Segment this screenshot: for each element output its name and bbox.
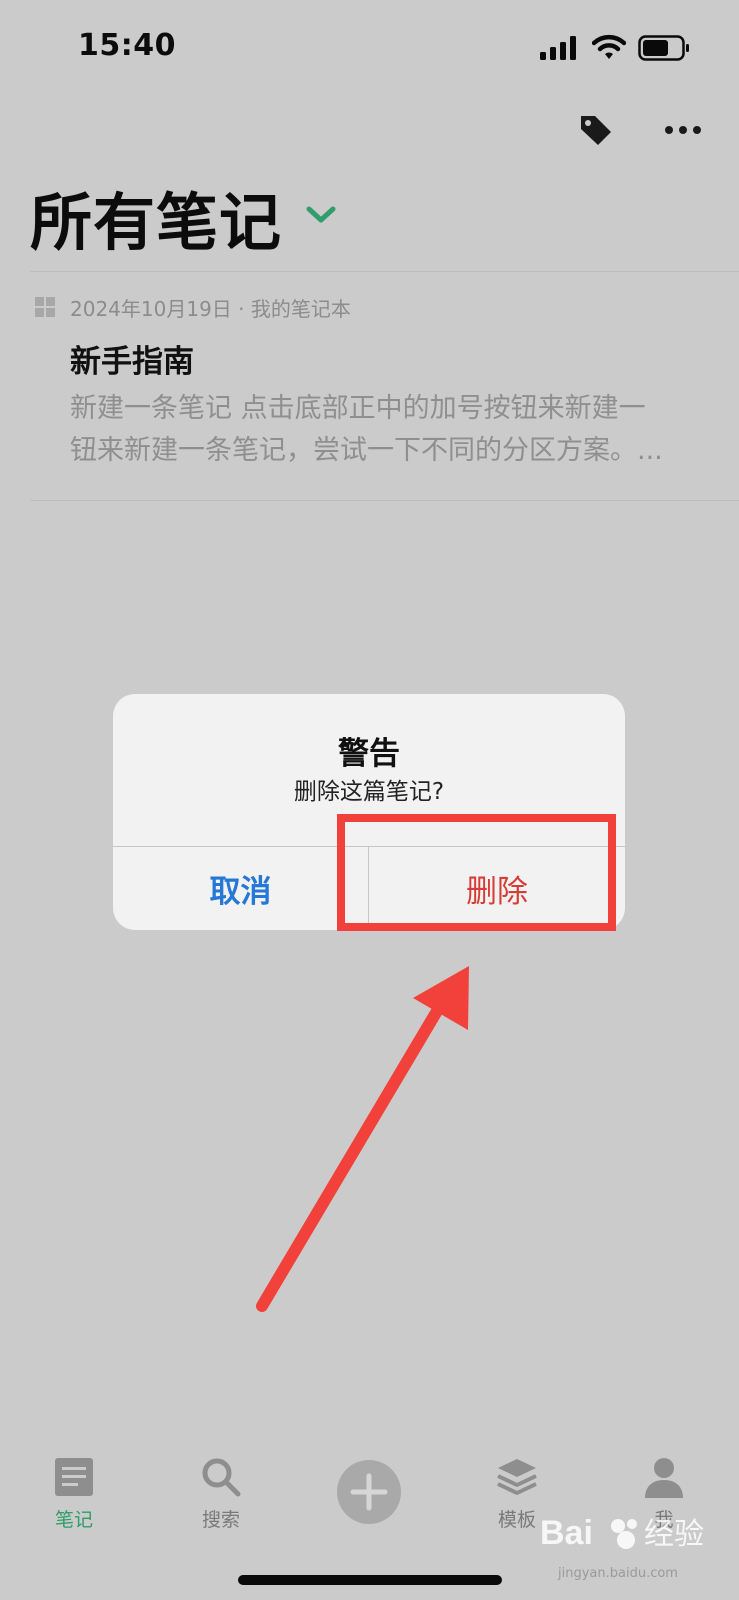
page-title[interactable]: 所有笔记 <box>30 172 282 262</box>
note-meta: 2024年10月19日 · 我的笔记本 <box>70 297 351 321</box>
note-snippet: 新建一条笔记 点击底部正中的加号按钮来新建一 钮来新建一条笔记，尝试一下不同的分… <box>70 388 700 472</box>
watermark-url: jingyan.baidu.com <box>558 1566 678 1581</box>
tab-notes[interactable]: 笔记 <box>24 1455 124 1532</box>
baidu-jingyan-watermark-logo: Bai 经验 <box>540 1514 704 1552</box>
note-title: 新手指南 <box>70 344 194 380</box>
tab-label: 笔记 <box>54 1509 93 1531</box>
home-indicator[interactable] <box>238 1575 502 1585</box>
note-snippet-line: 钮来新建一条笔记，尝试一下不同的分区方案。... <box>70 435 663 466</box>
tab-search[interactable]: 搜索 <box>171 1455 271 1532</box>
notes-icon <box>55 1458 93 1496</box>
wifi-icon <box>592 34 626 59</box>
layers-icon <box>497 1459 537 1495</box>
cancel-button[interactable]: 取消 <box>113 846 368 930</box>
status-time: 15:40 <box>78 28 176 63</box>
plus-icon <box>350 1473 388 1511</box>
tag-icon[interactable] <box>578 112 614 148</box>
more-options-icon[interactable] <box>664 124 702 136</box>
notebook-grid-icon <box>35 297 55 317</box>
list-divider <box>30 500 739 501</box>
dialog-message: 删除这篇笔记? <box>293 779 445 805</box>
svg-text:Bai: Bai <box>540 1514 593 1552</box>
tab-label: 搜索 <box>201 1509 240 1531</box>
note-snippet-line: 新建一条笔记 点击底部正中的加号按钮来新建一 <box>70 393 646 424</box>
person-icon <box>645 1458 683 1498</box>
search-icon <box>202 1458 241 1497</box>
chevron-down-icon[interactable] <box>304 204 338 226</box>
annotation-highlight-box <box>337 814 616 931</box>
note-list-item[interactable]: 2024年10月19日 · 我的笔记本 新手指南 新建一条笔记 点击底部正中的加… <box>0 272 739 500</box>
cellular-signal-icon <box>540 36 576 60</box>
dialog-title: 警告 <box>338 736 400 772</box>
svg-text:经验: 经验 <box>644 1517 704 1552</box>
battery-icon <box>638 35 689 61</box>
add-note-button[interactable] <box>337 1460 401 1524</box>
